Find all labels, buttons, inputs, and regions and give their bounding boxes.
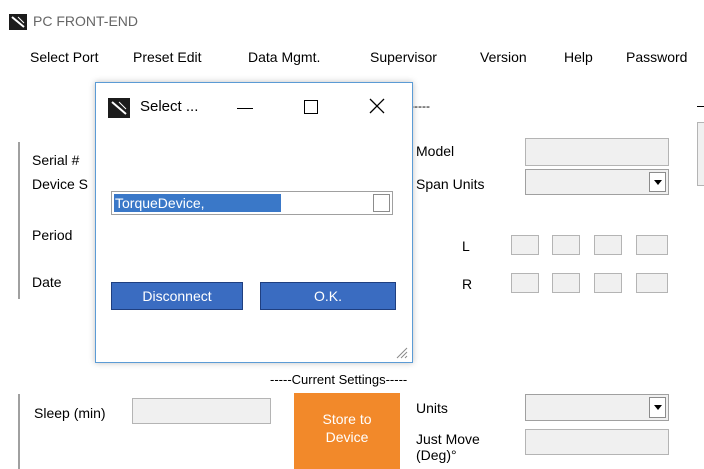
r-field-4[interactable]: [636, 273, 668, 293]
device-select-value: TorqueDevice,: [114, 194, 281, 212]
just-move-label: Just Move (Deg)°: [416, 431, 480, 463]
settings-group-border: [18, 394, 20, 469]
menu-select-port[interactable]: Select Port: [30, 49, 98, 65]
l-field-3[interactable]: [594, 235, 622, 255]
device-select[interactable]: TorqueDevice,: [111, 191, 393, 215]
units-label: Units: [416, 400, 448, 416]
just-move-field[interactable]: [525, 429, 669, 455]
store-to-device-button[interactable]: Store to Device: [294, 393, 400, 469]
dialog-title: Select ...: [140, 98, 199, 115]
divider: [697, 106, 704, 107]
right-panel-edge: [697, 122, 704, 186]
ok-button[interactable]: O.K.: [260, 282, 396, 310]
sleep-field[interactable]: [132, 398, 271, 424]
span-units-select[interactable]: [525, 169, 669, 195]
resize-grip-icon[interactable]: [394, 345, 408, 359]
left-group-border: [18, 142, 20, 299]
minimize-icon[interactable]: [237, 108, 253, 109]
app-icon: [9, 14, 27, 30]
close-icon[interactable]: [368, 97, 386, 115]
current-settings-header: -----Current Settings-----: [270, 372, 408, 387]
serial-label: Serial #: [32, 152, 80, 168]
r-field-2[interactable]: [552, 273, 580, 293]
l-field-2[interactable]: [552, 235, 580, 255]
window-title: PC FRONT-END: [33, 13, 138, 29]
disconnect-button[interactable]: Disconnect: [111, 282, 243, 310]
menu-version[interactable]: Version: [480, 49, 527, 65]
store-button-label: Store to Device: [322, 411, 372, 445]
menu-data-mgmt[interactable]: Data Mgmt.: [248, 49, 320, 65]
chevron-down-icon: [373, 194, 390, 212]
model-label: Model: [416, 143, 455, 159]
model-field[interactable]: [525, 138, 669, 166]
menu-supervisor[interactable]: Supervisor: [370, 49, 437, 65]
device-label: Device S: [32, 176, 89, 192]
select-dialog: Select ... TorqueDevice, Disconnect O.K.: [95, 82, 413, 363]
r-label: R: [462, 276, 473, 292]
maximize-icon[interactable]: [304, 100, 318, 114]
chevron-down-icon: [649, 397, 666, 418]
span-units-label: Span Units: [416, 176, 485, 192]
l-field-4[interactable]: [636, 235, 668, 255]
l-label: L: [462, 238, 470, 254]
r-field-3[interactable]: [594, 273, 622, 293]
chevron-down-icon: [649, 172, 666, 192]
date-label: Date: [32, 274, 62, 290]
dialog-icon: [108, 98, 130, 118]
menu-preset-edit[interactable]: Preset Edit: [133, 49, 201, 65]
period-label: Period: [32, 227, 73, 243]
units-select[interactable]: [525, 394, 669, 421]
menu-password[interactable]: Password: [626, 49, 687, 65]
menu-help[interactable]: Help: [564, 49, 593, 65]
l-field-1[interactable]: [511, 235, 539, 255]
r-field-1[interactable]: [511, 273, 539, 293]
sleep-label: Sleep (min): [34, 405, 106, 421]
